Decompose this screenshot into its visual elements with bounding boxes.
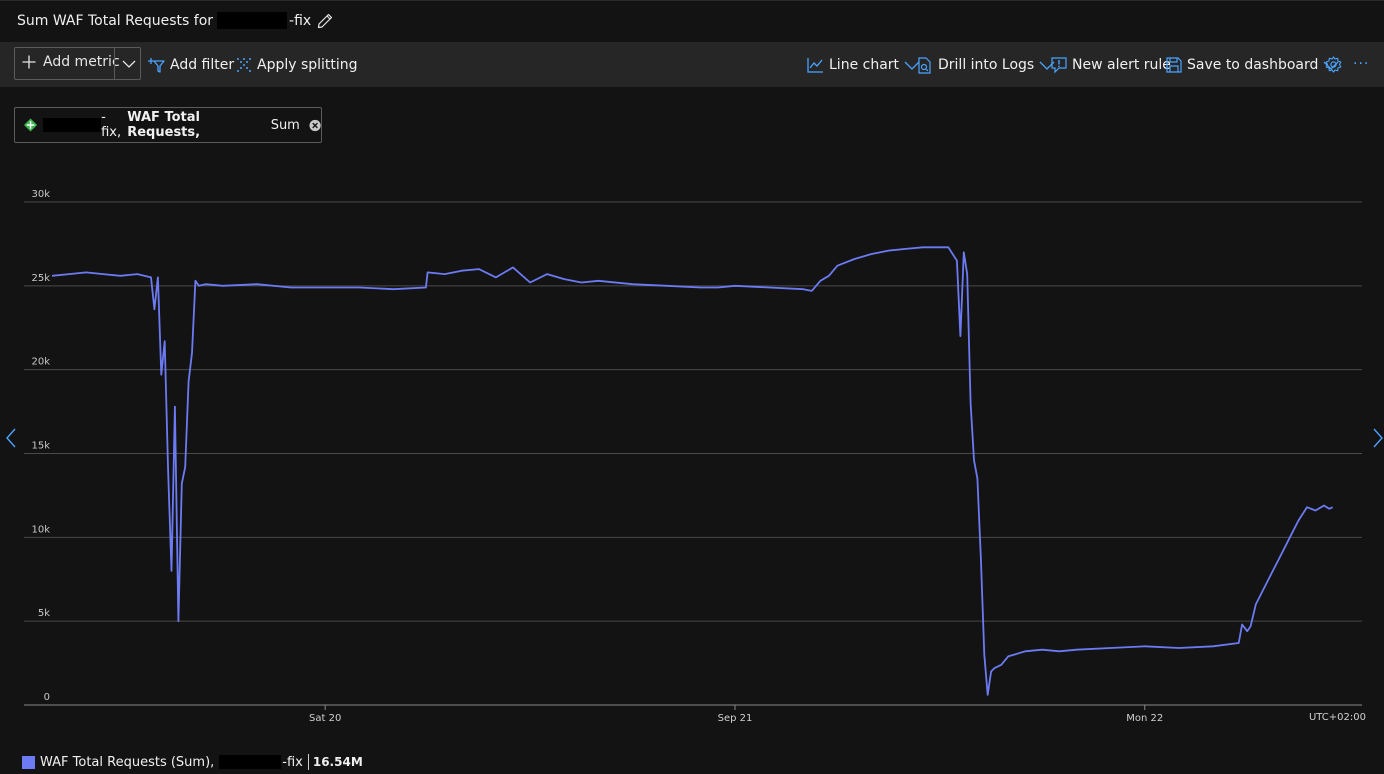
y-tick-label: 25k — [31, 273, 50, 284]
chevron-right-icon[interactable] — [1372, 428, 1384, 448]
legend-resource-suffix: -fix — [282, 754, 303, 770]
line-chart[interactable]: 0 5k 10k 15k 20k 25k 30k Sat 20 Sep 21 Mon 22 UT… — [0, 180, 1384, 730]
legend-series-label: WAF Total Requests (Sum), — [40, 754, 215, 770]
redacted-resource-name — [219, 755, 282, 769]
pill-metric-name: WAF Total Requests, — [127, 110, 201, 140]
pencil-icon[interactable] — [317, 13, 333, 29]
toolbar: Add metric Add filter Apply splitting Li… — [0, 42, 1384, 87]
x-tick-label: Mon 22 — [1126, 713, 1163, 724]
y-tick-label: 30k — [31, 189, 50, 200]
close-icon[interactable] — [309, 119, 321, 132]
chevron-left-icon[interactable] — [5, 428, 17, 448]
splitting-icon — [237, 58, 251, 72]
new-alert-rule-button[interactable]: New alert rule — [1051, 55, 1171, 75]
title-suffix: -fix — [289, 12, 312, 29]
pill-aggregation: Sum — [270, 117, 300, 133]
add-metric-split-button[interactable]: Add metric — [14, 47, 141, 80]
new-alert-rule-label: New alert rule — [1072, 57, 1171, 73]
chart-type-dropdown[interactable]: Line chart — [807, 55, 926, 75]
chart-legend[interactable]: WAF Total Requests (Sum), -fix 16.54M — [22, 754, 363, 770]
redacted-resource-name — [217, 12, 288, 29]
apply-splitting-button[interactable]: Apply splitting — [236, 55, 358, 75]
drill-into-logs-dropdown[interactable]: Drill into Logs — [917, 55, 1061, 75]
y-tick-label: 5k — [38, 608, 50, 619]
more-options-button[interactable]: ··· — [1353, 54, 1369, 74]
legend-divider — [307, 754, 309, 770]
pill-resource-suffix: -fix, — [101, 110, 122, 140]
y-tick-label: 10k — [31, 524, 50, 535]
app-gateway-icon — [24, 118, 38, 132]
y-tick-label: 20k — [31, 357, 50, 368]
add-filter-label: Add filter — [170, 57, 235, 73]
document-search-icon — [918, 56, 931, 74]
drill-into-logs-label: Drill into Logs — [938, 57, 1035, 73]
chart-grid — [24, 201, 1362, 706]
split-divider — [114, 48, 115, 79]
y-axis: 0 5k 10k 15k 20k 25k 30k — [31, 189, 50, 703]
chevron-down-icon[interactable] — [121, 56, 137, 72]
chart-title[interactable]: Sum WAF Total Requests for -fix — [17, 12, 333, 29]
series-line — [51, 246, 1333, 696]
plus-icon — [22, 55, 36, 69]
timezone-label: UTC+02:00 — [1309, 712, 1366, 723]
line-chart-icon — [807, 58, 823, 73]
alert-icon — [1051, 56, 1067, 73]
save-icon — [1166, 57, 1182, 73]
gear-icon[interactable] — [1325, 56, 1342, 73]
legend-swatch — [22, 755, 35, 769]
metric-pill[interactable]: -fix, WAF Total Requests, Sum — [14, 107, 322, 143]
line-chart-label: Line chart — [829, 57, 900, 73]
legend-total: 16.54M — [312, 755, 363, 769]
title-bar: Sum WAF Total Requests for -fix — [0, 0, 1384, 43]
y-tick-label: 0 — [44, 692, 50, 703]
apply-splitting-label: Apply splitting — [257, 57, 358, 73]
y-tick-label: 15k — [31, 441, 50, 452]
title-prefix: Sum WAF Total Requests for — [17, 12, 214, 29]
save-to-dashboard-label: Save to dashboard — [1187, 57, 1319, 73]
save-to-dashboard-dropdown[interactable]: Save to dashboard — [1166, 55, 1345, 75]
add-metric-button[interactable]: Add metric — [21, 54, 120, 70]
redacted-resource-name — [43, 118, 102, 132]
filter-add-icon — [148, 57, 165, 73]
x-axis: Sat 20 Sep 21 Mon 22 — [309, 705, 1163, 724]
x-tick-label: Sep 21 — [718, 713, 753, 724]
x-tick-label: Sat 20 — [309, 713, 341, 724]
add-filter-button[interactable]: Add filter — [148, 55, 234, 75]
add-metric-label: Add metric — [43, 54, 120, 70]
